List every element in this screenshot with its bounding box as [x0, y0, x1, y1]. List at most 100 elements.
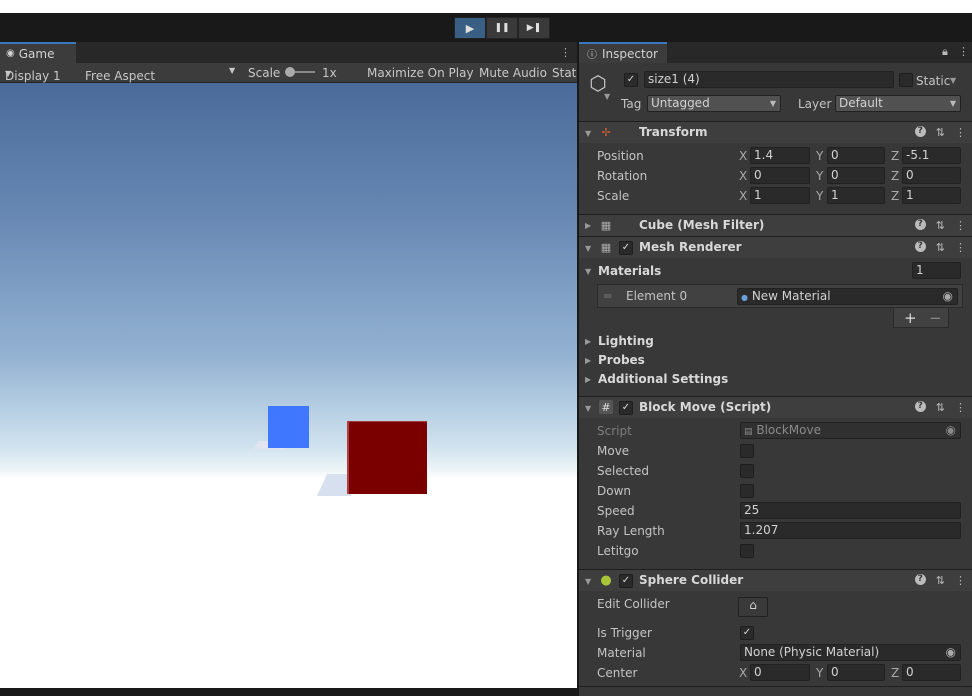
- help-icon[interactable]: ?: [914, 126, 926, 137]
- position-x-input[interactable]: 1.4: [750, 147, 810, 164]
- axis-y-label[interactable]: Y: [816, 666, 823, 680]
- mesh-renderer-header[interactable]: ▼ ▦ ✓ Mesh Renderer ? ⇅ ⋮: [579, 236, 972, 258]
- scale-slider-handle[interactable]: [285, 67, 295, 77]
- presets-icon[interactable]: ⇅: [936, 219, 945, 232]
- cube-object-icon[interactable]: ⬡: [587, 71, 609, 95]
- letitgo-checkbox[interactable]: [740, 544, 754, 558]
- play-button[interactable]: ▶: [454, 17, 486, 39]
- context-menu-icon[interactable]: ⋮: [955, 219, 966, 232]
- sphere-collider-enabled-checkbox[interactable]: ✓: [619, 574, 633, 588]
- context-menu-icon[interactable]: ⋮: [955, 241, 966, 254]
- axis-y-label[interactable]: Y: [816, 149, 823, 163]
- mute-audio-toggle[interactable]: Mute Audio: [479, 66, 547, 80]
- lock-icon[interactable]: 🔒︎: [942, 45, 948, 59]
- object-name-input[interactable]: size1 (4): [644, 71, 894, 88]
- axis-z-label[interactable]: Z: [891, 149, 899, 163]
- center-x-input[interactable]: 0: [750, 664, 810, 681]
- mesh-filter-header[interactable]: ▶ ▦ Cube (Mesh Filter) ? ⇅ ⋮: [579, 214, 972, 236]
- probes-foldout[interactable]: ▶ Probes: [579, 350, 972, 370]
- active-checkbox[interactable]: ✓: [624, 73, 638, 87]
- center-y-input[interactable]: 0: [827, 664, 885, 681]
- layer-dropdown[interactable]: Default ▼: [835, 95, 961, 112]
- rotation-x-input[interactable]: 0: [750, 167, 810, 184]
- help-icon[interactable]: ?: [914, 241, 926, 252]
- red-cube: [347, 421, 427, 494]
- add-element-button[interactable]: +: [904, 309, 917, 327]
- collapse-chevron-icon[interactable]: ▼: [585, 404, 591, 413]
- inspector-menu-icon[interactable]: ⋮: [958, 45, 969, 58]
- step-button[interactable]: ▶❚: [518, 17, 550, 39]
- axis-z-label[interactable]: Z: [891, 666, 899, 680]
- move-checkbox[interactable]: [740, 444, 754, 458]
- presets-icon[interactable]: ⇅: [936, 574, 945, 587]
- element-0-material-field[interactable]: ● New Material ◉: [737, 288, 958, 305]
- stats-toggle[interactable]: Stat: [552, 66, 576, 80]
- aspect-chevron-down-icon[interactable]: ▼: [229, 66, 235, 75]
- help-icon[interactable]: ?: [914, 574, 926, 585]
- scale-value: 1x: [322, 66, 337, 80]
- static-chevron-down-icon[interactable]: ▼: [950, 76, 956, 85]
- selected-checkbox[interactable]: [740, 464, 754, 478]
- axis-x-label[interactable]: X: [739, 169, 747, 183]
- icon-chevron-down-icon[interactable]: ▼: [604, 92, 610, 101]
- script-field: ▤ BlockMove ◉: [740, 422, 961, 439]
- rotation-y-input[interactable]: 0: [827, 167, 885, 184]
- drag-handle-icon[interactable]: ═: [604, 289, 611, 303]
- block-move-header[interactable]: ▼ # ✓ Block Move (Script) ? ⇅ ⋮: [579, 396, 972, 418]
- rotation-z-input[interactable]: 0: [902, 167, 961, 184]
- static-checkbox[interactable]: [899, 73, 913, 87]
- presets-icon[interactable]: ⇅: [936, 401, 945, 414]
- tag-dropdown[interactable]: Untagged ▼: [647, 95, 781, 112]
- axis-y-label[interactable]: Y: [816, 169, 823, 183]
- context-menu-icon[interactable]: ⋮: [955, 401, 966, 414]
- down-checkbox[interactable]: [740, 484, 754, 498]
- is-trigger-checkbox[interactable]: ✓: [740, 626, 754, 640]
- axis-x-label[interactable]: X: [739, 149, 747, 163]
- collapse-chevron-icon[interactable]: ▼: [585, 129, 591, 138]
- position-z-input[interactable]: -5.1: [902, 147, 961, 164]
- mesh-renderer-enabled-checkbox[interactable]: ✓: [619, 241, 633, 255]
- materials-chevron-icon[interactable]: ▼: [585, 267, 591, 276]
- center-z-input[interactable]: 0: [902, 664, 961, 681]
- header-actions: ? ⇅ ⋮: [914, 241, 966, 254]
- collapse-chevron-icon[interactable]: ▼: [585, 244, 591, 253]
- materials-label[interactable]: Materials: [598, 264, 661, 278]
- expand-chevron-icon[interactable]: ▶: [585, 221, 591, 230]
- scale-z-input[interactable]: 1: [902, 187, 961, 204]
- axis-z-label[interactable]: Z: [891, 169, 899, 183]
- material-picker-icon[interactable]: ◉: [946, 645, 956, 660]
- scale-x-input[interactable]: 1: [750, 187, 810, 204]
- ray-length-input[interactable]: 1.207: [740, 522, 961, 539]
- presets-icon[interactable]: ⇅: [936, 126, 945, 139]
- scale-y-input[interactable]: 1: [827, 187, 885, 204]
- context-menu-icon[interactable]: ⋮: [955, 126, 966, 139]
- sphere-collider-header[interactable]: ▼ ● ✓ Sphere Collider ? ⇅ ⋮: [579, 569, 972, 591]
- help-icon[interactable]: ?: [914, 401, 926, 412]
- context-menu-icon[interactable]: ⋮: [955, 574, 966, 587]
- aspect-label: Free Aspect: [85, 69, 156, 83]
- position-y-input[interactable]: 0: [827, 147, 885, 164]
- block-move-enabled-checkbox[interactable]: ✓: [619, 401, 633, 415]
- axis-y-label[interactable]: Y: [816, 189, 823, 203]
- axis-x-label[interactable]: X: [739, 189, 747, 203]
- object-picker-icon[interactable]: ◉: [943, 289, 953, 304]
- pause-button[interactable]: ❚❚: [486, 17, 518, 39]
- speed-input[interactable]: 25: [740, 502, 961, 519]
- presets-icon[interactable]: ⇅: [936, 241, 945, 254]
- tab-game[interactable]: ◉ Game: [0, 42, 76, 63]
- transform-header[interactable]: ▼ ✢ Transform ? ⇅ ⋮: [579, 121, 972, 143]
- lighting-foldout[interactable]: ▶ Lighting: [579, 331, 972, 351]
- game-viewport[interactable]: [0, 83, 577, 688]
- remove-element-button[interactable]: −: [929, 309, 942, 327]
- collapse-chevron-icon[interactable]: ▼: [585, 577, 591, 586]
- axis-z-label[interactable]: Z: [891, 189, 899, 203]
- tab-inspector[interactable]: ⓘ Inspector: [579, 42, 667, 63]
- collider-material-field[interactable]: None (Physic Material) ◉: [740, 644, 961, 661]
- materials-count-input[interactable]: 1: [912, 262, 961, 279]
- additional-settings-foldout[interactable]: ▶ Additional Settings: [579, 369, 972, 389]
- help-icon[interactable]: ?: [914, 219, 926, 230]
- game-menu-icon[interactable]: ⋮: [560, 46, 571, 59]
- maximize-on-play-toggle[interactable]: Maximize On Play: [367, 66, 474, 80]
- axis-x-label[interactable]: X: [739, 666, 747, 680]
- edit-collider-button[interactable]: ⌂: [738, 597, 768, 617]
